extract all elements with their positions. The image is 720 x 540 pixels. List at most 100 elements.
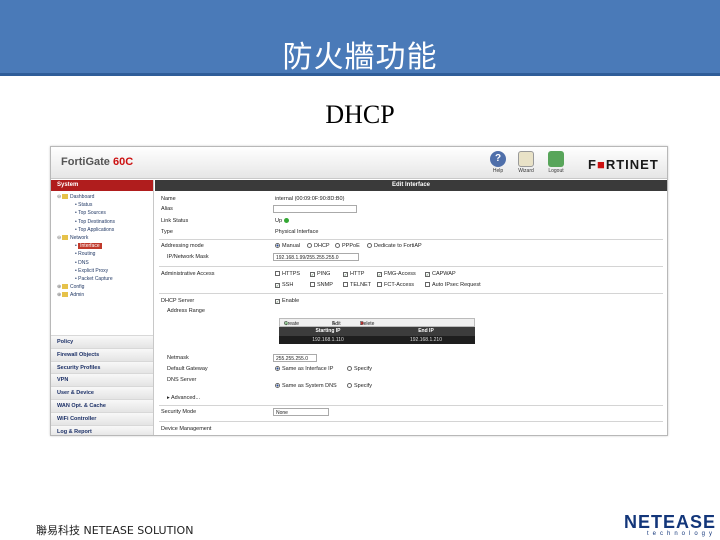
access-https-checkbox[interactable]: HTTPS (275, 271, 300, 277)
brand-mark: ■ (596, 157, 606, 172)
type-label: Type (161, 229, 173, 235)
checkbox-icon (275, 271, 280, 276)
netmask-label: Netmask (167, 355, 189, 361)
alias-input[interactable] (273, 205, 357, 213)
sidebar-section-security-profiles[interactable]: Security Profiles (51, 360, 153, 374)
help-button[interactable]: ? Help (486, 151, 510, 174)
name-value: internal (00:09:0F:90:8D:B0) (275, 196, 345, 202)
sidebar-item-top-sources[interactable]: • Top Sources (51, 209, 153, 217)
radio-icon (335, 243, 340, 248)
option-label: Auto IPsec Request (432, 282, 481, 288)
radio-icon (347, 383, 352, 388)
starting-ip-header: Starting IP (315, 328, 341, 334)
table-row[interactable]: 192.168.1.110 192.168.1.210 (279, 336, 475, 344)
admin-access-label: Administrative Access (161, 271, 215, 277)
dhcp-enable-checkbox[interactable]: ✓ Enable (275, 298, 299, 304)
sidebar-item-admin[interactable]: ⊕ Admin (51, 291, 153, 299)
addressing-dhcp-radio[interactable]: DHCP (307, 243, 330, 249)
product-name: FortiGate 60C (61, 156, 133, 168)
sidebar-item-network[interactable]: ⊖ Network (51, 234, 153, 242)
addressing-pppoe-radio[interactable]: PPPoE (335, 243, 360, 249)
divider (159, 293, 663, 294)
sidebar-item-routing[interactable]: • Routing (51, 250, 153, 258)
security-mode-select[interactable]: None (273, 408, 329, 416)
option-label: Enable (282, 298, 300, 304)
access-ping-checkbox[interactable]: ✓ PING (310, 271, 330, 277)
range-table-header: Starting IP End IP (279, 327, 475, 336)
radio-selected-icon (275, 366, 280, 371)
link-status-text: Up (275, 218, 283, 224)
sidebar-item-top-destinations[interactable]: • Top Destinations (51, 218, 153, 226)
sidebar-item-label: Explicit Proxy (78, 267, 109, 274)
logout-icon (548, 151, 564, 167)
ip-mask-input[interactable]: 192.168.1.99/255.255.255.0 (273, 253, 359, 261)
sidebar-item-label: Admin (70, 292, 85, 299)
option-label: HTTPS (282, 271, 301, 277)
checkbox-icon (310, 282, 315, 287)
sidebar-item-label: Interface (78, 243, 102, 250)
sidebar-item-status[interactable]: • Status (51, 201, 153, 209)
gateway-specify-radio[interactable]: Specify (347, 366, 372, 372)
checkbox-checked-icon: ✓ (343, 272, 348, 277)
sidebar-item-label: Top Destinations (78, 218, 116, 225)
dns-specify-radio[interactable]: Specify (347, 383, 372, 389)
dns-same-radio[interactable]: Same as System DNS (275, 383, 337, 389)
wizard-button[interactable]: Wizard (514, 151, 538, 174)
access-fmg-checkbox[interactable]: ✓ FMG-Access (377, 271, 416, 277)
advanced-toggle[interactable]: ▸ Advanced... (167, 395, 200, 401)
option-label: SSH (282, 282, 294, 288)
sidebar-section-firewall-objects[interactable]: Firewall Objects (51, 347, 153, 361)
gateway-same-radio[interactable]: Same as Interface IP (275, 366, 333, 372)
link-status-value: Up (275, 218, 290, 224)
option-label: PPPoE (342, 243, 360, 249)
sidebar-section-user-device[interactable]: User & Device (51, 386, 153, 399)
wizard-icon (518, 151, 534, 167)
model-label: 60C (112, 156, 134, 168)
sidebar-system-header[interactable]: System (51, 180, 153, 191)
sidebar-section-wan-opt-cache[interactable]: WAN Opt. & Cache (51, 398, 153, 412)
addressing-manual-radio[interactable]: Manual (275, 243, 300, 249)
checkbox-checked-icon: ✓ (377, 272, 382, 277)
logo-main-text: NETEASE (624, 512, 717, 532)
access-telnet-checkbox[interactable]: TELNET (343, 282, 371, 288)
option-label: Specify (354, 366, 373, 372)
type-value: Physical Interface (275, 229, 319, 235)
sidebar-section-vpn[interactable]: VPN (51, 373, 153, 387)
access-snmp-checkbox[interactable]: SNMP (310, 282, 333, 288)
option-label: SNMP (317, 282, 333, 288)
sidebar-item-dns[interactable]: • DNS (51, 259, 153, 267)
netmask-input[interactable]: 255.255.255.0 (273, 354, 317, 362)
option-label: FCT-Access (384, 282, 414, 288)
end-ip-cell: 192.168.1.210 (410, 337, 442, 343)
radio-icon (367, 243, 372, 248)
option-label: DHCP (314, 243, 330, 249)
addressing-fortiap-radio[interactable]: Dedicate to FortiAP (367, 243, 422, 249)
sidebar-sections: Policy Firewall Objects Security Profiles V… (51, 335, 153, 435)
access-capwap-checkbox[interactable]: ✓ CAPWAP (425, 271, 456, 277)
sidebar-item-config[interactable]: ⊕ Config (51, 283, 153, 291)
logout-button[interactable]: Logout (544, 151, 568, 174)
access-http-checkbox[interactable]: ✓ HTTP (343, 271, 364, 277)
access-auto-ipsec-checkbox[interactable]: Auto IPsec Request (425, 282, 481, 288)
wizard-label: Wizard (518, 168, 534, 174)
checkbox-icon (425, 282, 430, 287)
sidebar-item-packet-capture[interactable]: • Packet Capture (51, 275, 153, 283)
option-label: Same as Interface IP (282, 366, 334, 372)
sidebar-section-policy[interactable]: Policy (51, 335, 153, 348)
access-ssh-checkbox[interactable]: ✓ SSH (275, 282, 293, 288)
sidebar-section-wifi-controller[interactable]: WiFi Controller (51, 411, 153, 425)
product-label: FortiGate (61, 156, 110, 168)
dns-server-label: DNS Server (167, 377, 197, 383)
sidebar-item-label: Dashboard (70, 194, 95, 200)
slide-title: 防火牆功能 (282, 40, 438, 75)
alias-label: Alias (161, 206, 173, 212)
option-label: TELNET (350, 282, 372, 288)
sidebar-item-label: Routing (78, 251, 96, 258)
sidebar-item-dashboard[interactable]: ⊖ Dashboard (51, 193, 153, 201)
sidebar-item-interface[interactable]: • Interface (51, 242, 153, 250)
top-toolbar: FortiGate 60C ? Help Wizard Logout F■RTI… (51, 147, 667, 179)
sidebar-section-log-report[interactable]: Log & Report (51, 424, 153, 435)
sidebar-item-explicit-proxy[interactable]: • Explicit Proxy (51, 267, 153, 275)
sidebar-item-top-applications[interactable]: • Top Applications (51, 226, 153, 234)
access-fct-checkbox[interactable]: FCT-Access (377, 282, 414, 288)
